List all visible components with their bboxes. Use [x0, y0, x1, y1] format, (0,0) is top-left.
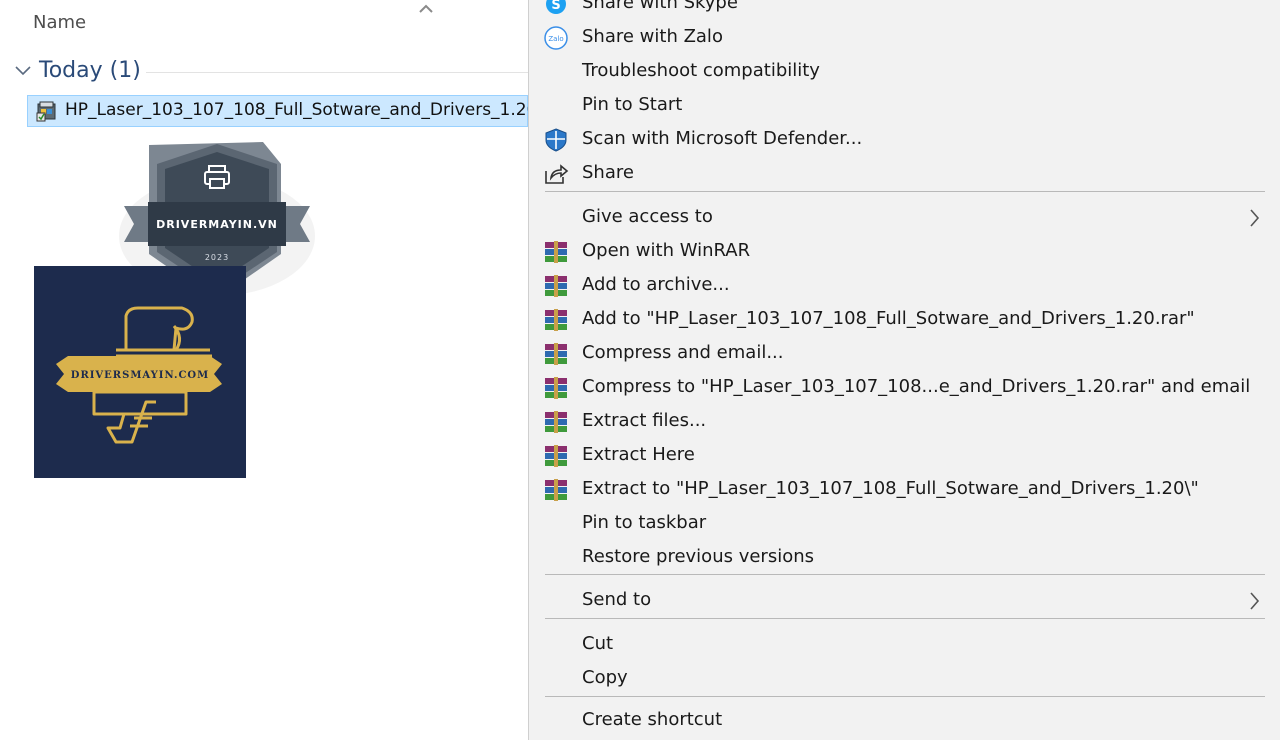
chevron-down-icon[interactable] — [14, 62, 32, 80]
menu-item-cut[interactable]: Cut — [529, 628, 1267, 662]
file-name: HP_Laser_103_107_108_Full_Sotware_and_Dr… — [65, 100, 538, 120]
menu-separator — [545, 574, 1265, 575]
defender-shield-icon — [545, 128, 567, 152]
file-row-selected[interactable]: HP_Laser_103_107_108_Full_Sotware_and_Dr… — [27, 95, 537, 127]
menu-item-send-to[interactable]: Send to — [529, 584, 1267, 618]
printer-logo-graphic: DRIVERSMAYIN.COM — [56, 306, 222, 444]
menu-item-open-with-winrar[interactable]: Open with WinRAR — [529, 235, 1267, 269]
menu-item-add-to-archive[interactable]: Add to archive... — [529, 269, 1267, 303]
menu-item-extract-to-folder[interactable]: Extract to "HP_Laser_103_107_108_Full_So… — [529, 473, 1267, 507]
winrar-icon — [545, 445, 567, 467]
menu-item-add-to-rar[interactable]: Add to "HP_Laser_103_107_108_Full_Sotwar… — [529, 303, 1267, 337]
column-header-name[interactable]: Name — [33, 12, 86, 33]
menu-item-compress-and-email[interactable]: Compress and email... — [529, 337, 1267, 371]
menu-item-scan-with-defender[interactable]: Scan with Microsoft Defender... — [529, 123, 1267, 157]
group-divider — [146, 72, 528, 73]
menu-item-give-access-to[interactable]: Give access to — [529, 201, 1267, 235]
group-header-today[interactable]: Today (1) — [39, 58, 141, 83]
menu-item-compress-to-rar-and-email[interactable]: Compress to "HP_Laser_103_107_108...e_an… — [529, 371, 1267, 405]
file-explorer-pane: Name Today (1) HP_Laser_103_107_108_Full… — [0, 0, 537, 720]
winrar-icon — [545, 309, 567, 331]
menu-item-pin-to-taskbar[interactable]: Pin to taskbar — [529, 507, 1267, 541]
share-icon — [545, 164, 569, 184]
driversmayin-logo: DRIVERSMAYIN.COM — [34, 266, 246, 478]
chevron-right-icon — [1250, 592, 1260, 610]
svg-text:Zalo: Zalo — [548, 35, 563, 43]
shield-brand-text: DRIVERMAYIN.VN — [156, 218, 278, 231]
menu-item-copy[interactable]: Copy — [529, 662, 1267, 696]
menu-item-share-with-skype[interactable]: S Share with Skype — [529, 0, 1267, 21]
menu-item-extract-here[interactable]: Extract Here — [529, 439, 1267, 473]
chevron-right-icon — [1250, 209, 1260, 227]
winrar-icon — [545, 343, 567, 365]
menu-item-pin-to-start[interactable]: Pin to Start — [529, 89, 1267, 123]
menu-item-create-shortcut[interactable]: Create shortcut — [529, 704, 1267, 738]
winrar-icon — [545, 479, 567, 501]
menu-separator — [545, 696, 1265, 697]
menu-item-share[interactable]: Share — [529, 157, 1267, 191]
sort-ascending-icon[interactable] — [416, 0, 436, 18]
menu-item-share-with-zalo[interactable]: Zalo Share with Zalo — [529, 21, 1267, 55]
shield-year-text: 2023 — [205, 253, 229, 262]
winrar-icon — [545, 275, 567, 297]
context-menu: S Share with Skype Zalo Share with Zalo … — [528, 0, 1280, 740]
menu-item-restore-previous-versions[interactable]: Restore previous versions — [529, 541, 1267, 575]
installer-file-icon — [36, 101, 56, 122]
zalo-icon: Zalo — [544, 26, 568, 50]
winrar-icon — [545, 377, 567, 399]
menu-item-extract-files[interactable]: Extract files... — [529, 405, 1267, 439]
logo-text: DRIVERSMAYIN.COM — [71, 370, 209, 381]
winrar-icon — [545, 411, 567, 433]
menu-separator — [545, 191, 1265, 192]
menu-item-troubleshoot-compatibility[interactable]: Troubleshoot compatibility — [529, 55, 1267, 89]
svg-text:S: S — [551, 0, 560, 13]
menu-separator — [545, 618, 1265, 619]
winrar-icon — [545, 241, 567, 263]
skype-icon: S — [546, 0, 566, 14]
